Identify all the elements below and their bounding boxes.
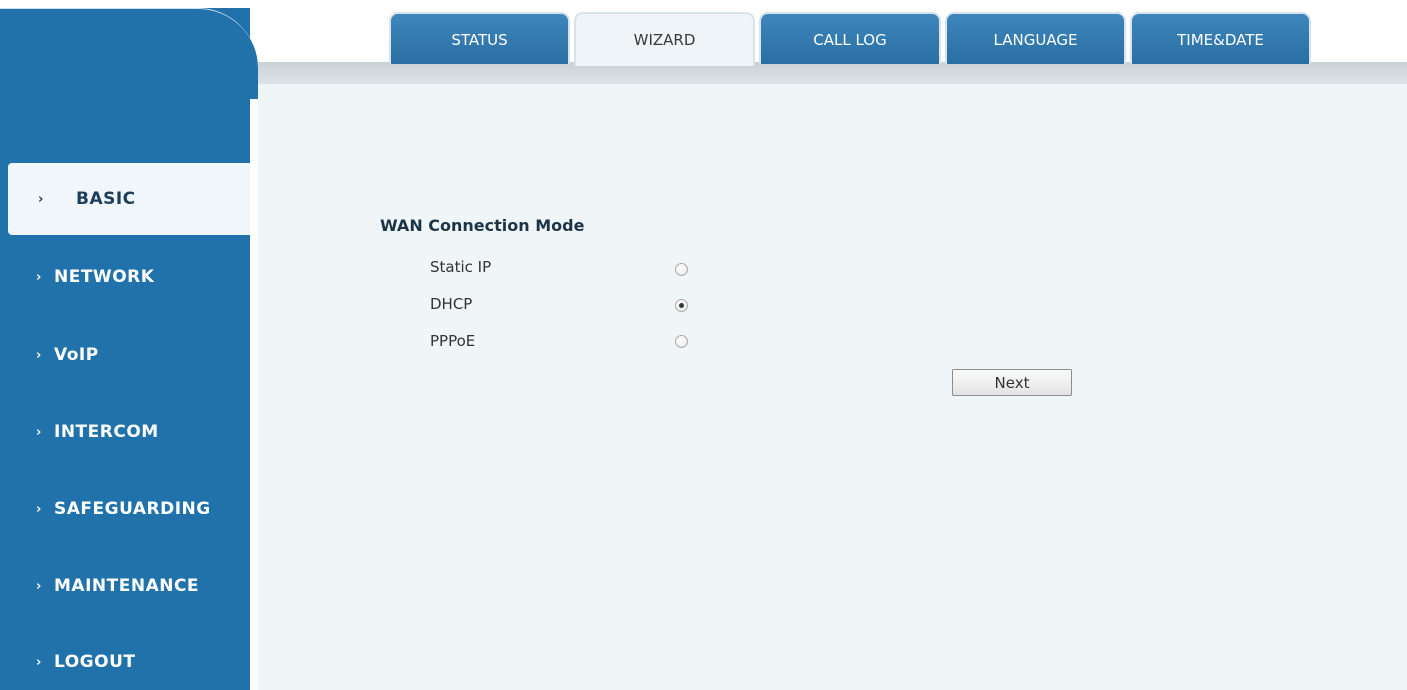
tab-language[interactable]: LANGUAGE [945,12,1126,64]
tab-label: LANGUAGE [993,31,1078,49]
chevron-right-icon: › [36,501,42,517]
sidebar-item-label: MAINTENANCE [54,576,200,596]
radio-selected-dot [679,303,684,308]
sidebar-item-voip[interactable]: › VoIP [0,327,250,383]
chevron-right-icon: › [36,347,42,363]
chevron-right-icon: › [36,654,42,670]
sidebar-item-network[interactable]: › NETWORK [0,249,250,305]
sidebar-item-label: LOGOUT [54,652,136,672]
pppoe-label: PPPoE [430,332,476,350]
tab-label: STATUS [451,31,508,49]
next-button[interactable]: Next [952,369,1072,396]
sidebar-item-basic[interactable]: › BASIC [8,163,250,235]
sidebar-item-label: VoIP [54,345,99,365]
static-ip-label: Static IP [430,258,492,276]
pppoe-radio[interactable] [675,335,688,348]
sidebar-item-label: INTERCOM [54,422,159,442]
sidebar-header [0,8,258,99]
sidebar-item-label: BASIC [76,189,136,209]
sidebar-item-maintenance[interactable]: › MAINTENANCE [0,558,250,614]
sidebar-item-logout[interactable]: › LOGOUT [0,634,250,690]
tab-label: CALL LOG [813,31,887,49]
tab-call-log[interactable]: CALL LOG [759,12,941,64]
main-content [258,84,1407,690]
tab-label: TIME&DATE [1177,31,1264,49]
sidebar-item-safeguarding[interactable]: › SAFEGUARDING [0,481,250,537]
chevron-right-icon: › [36,578,42,594]
tab-wizard[interactable]: WIZARD [574,12,755,66]
dhcp-label: DHCP [430,295,473,313]
tab-label: WIZARD [633,31,696,49]
dhcp-radio[interactable] [675,299,688,312]
chevron-right-icon: › [38,191,44,207]
wan-connection-mode-title: WAN Connection Mode [380,216,585,235]
sidebar-item-label: SAFEGUARDING [54,499,211,519]
static-ip-radio[interactable] [675,263,688,276]
chevron-right-icon: › [36,269,42,285]
tab-time-date[interactable]: TIME&DATE [1130,12,1311,64]
tab-status[interactable]: STATUS [389,12,570,64]
sidebar-item-label: NETWORK [54,267,155,287]
tab-underline-strip [258,62,1407,84]
chevron-right-icon: › [36,424,42,440]
sidebar-item-intercom[interactable]: › INTERCOM [0,404,250,460]
